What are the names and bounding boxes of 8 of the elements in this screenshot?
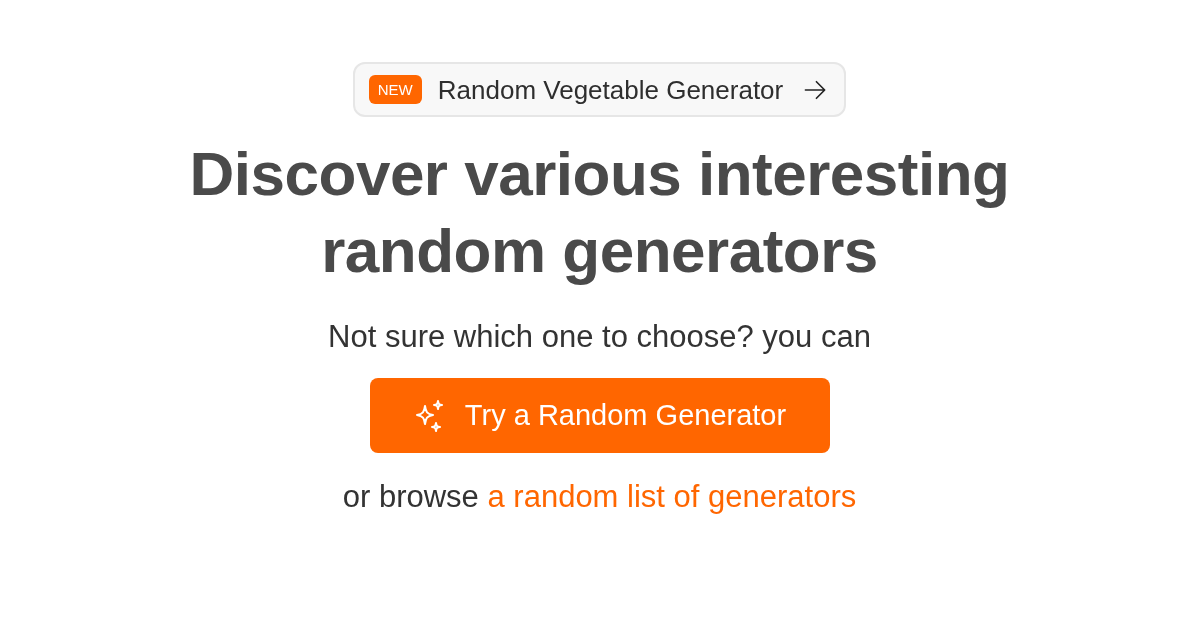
subtitle-text: Not sure which one to choose? you can [328, 318, 871, 356]
random-generator-button[interactable]: Try a Random Generator [369, 378, 830, 453]
new-badge: NEW [368, 75, 422, 104]
browse-text: or browse a random list of generators [342, 478, 857, 516]
page-heading: Discover various interesting random generators [188, 138, 1011, 287]
generator-list-link[interactable]: a random list of generators [487, 479, 857, 514]
announcement-link[interactable]: NEW Random Vegetable Generator [352, 62, 847, 117]
announcement-text: Random Vegetable Generator [437, 73, 784, 106]
